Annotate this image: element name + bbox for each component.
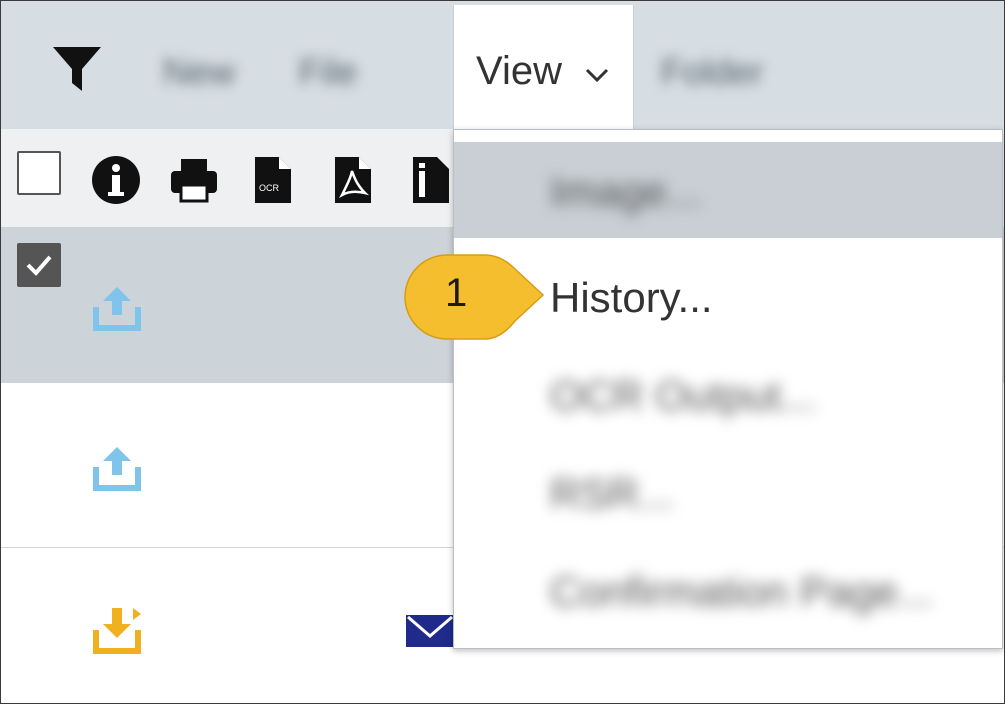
view-menu-label: View — [476, 49, 562, 93]
toolbar-tab-new[interactable]: New — [163, 51, 235, 93]
menu-item-confirmation-page[interactable]: Confirmation Page... — [454, 542, 1002, 638]
info-icon[interactable] — [91, 155, 141, 205]
step-callout-number: 1 — [445, 271, 468, 315]
view-menu-tab[interactable]: View — [453, 5, 634, 129]
chevron-down-icon — [585, 68, 609, 83]
toolbar-tab-file[interactable]: File — [299, 51, 357, 93]
ocr-file-icon[interactable]: OCR — [253, 155, 293, 205]
view-dropdown-menu: Image... History... OCR Output... RSR...… — [453, 129, 1003, 649]
print-icon[interactable] — [169, 155, 219, 205]
filter-icon[interactable] — [51, 45, 103, 93]
menu-item-label: History... — [550, 274, 713, 321]
mail-icon — [406, 615, 454, 647]
menu-item-rsr[interactable]: RSR... — [454, 444, 1002, 540]
menu-item-ocr-output[interactable]: OCR Output... — [454, 346, 1002, 442]
document-icon[interactable] — [411, 155, 451, 205]
pdf-file-icon[interactable] — [333, 155, 373, 205]
upload-icon — [93, 447, 141, 491]
menu-item-image[interactable]: Image... — [454, 142, 1002, 238]
toolbar: New File View Folder — [1, 1, 1004, 129]
menu-item-label: Image... — [550, 168, 702, 215]
screenshot-frame: New File View Folder OCR Image... Histor… — [0, 0, 1005, 704]
svg-text:OCR: OCR — [259, 183, 280, 193]
menu-item-label: Confirmation Page... — [550, 568, 933, 615]
step-callout-badge — [404, 254, 545, 340]
row-checkbox[interactable] — [17, 243, 61, 287]
checkmark-icon — [26, 255, 52, 276]
select-all-checkbox[interactable] — [17, 151, 61, 195]
upload-icon — [93, 287, 141, 331]
menu-item-label: OCR Output... — [550, 372, 817, 419]
menu-item-label: RSR... — [550, 470, 674, 517]
toolbar-tab-folder[interactable]: Folder — [661, 51, 763, 93]
download-icon — [93, 608, 141, 654]
